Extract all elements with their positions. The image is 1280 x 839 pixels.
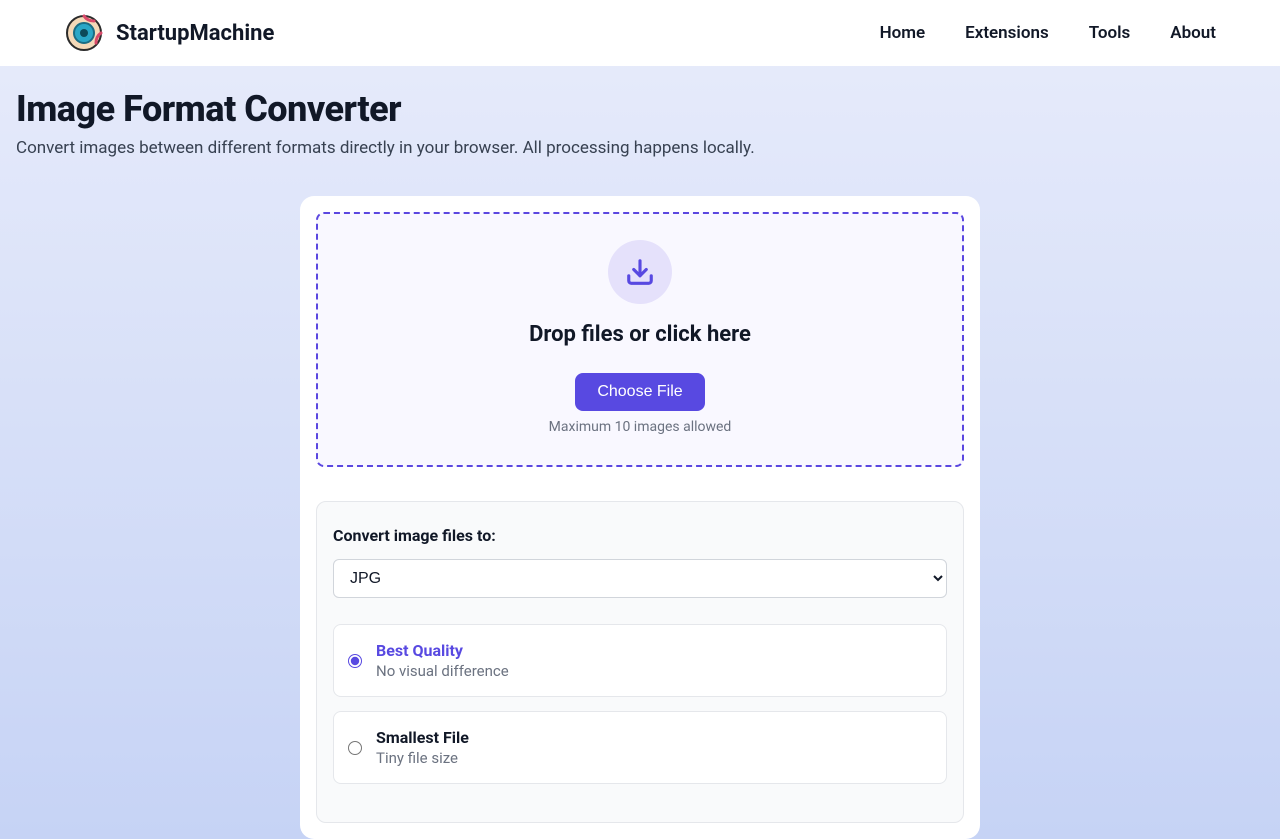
quality-title: Smallest File [376, 728, 469, 747]
nav-about[interactable]: About [1170, 23, 1216, 43]
quality-option-best[interactable]: Best Quality No visual difference [333, 624, 947, 697]
options-panel: Convert image files to: JPG Best Quality… [316, 501, 964, 823]
quality-desc: No visual difference [376, 662, 509, 680]
brand[interactable]: StartupMachine [64, 13, 274, 53]
main-nav: Home Extensions Tools About [880, 23, 1216, 43]
logo-icon [64, 13, 104, 53]
dropzone-title: Drop files or click here [342, 322, 938, 347]
download-icon [608, 240, 672, 304]
file-dropzone[interactable]: Drop files or click here Choose File Max… [316, 212, 964, 467]
quality-desc: Tiny file size [376, 749, 469, 767]
quality-title: Best Quality [376, 641, 509, 660]
nav-extensions[interactable]: Extensions [965, 23, 1049, 43]
converter-card: Drop files or click here Choose File Max… [300, 196, 980, 839]
format-select[interactable]: JPG [333, 559, 947, 598]
page-title: Image Format Converter [16, 88, 1264, 130]
quality-radio-best[interactable] [348, 654, 362, 668]
brand-name: StartupMachine [116, 21, 274, 46]
page-header: Image Format Converter Convert images be… [0, 66, 1280, 158]
quality-option-smallest[interactable]: Smallest File Tiny file size [333, 711, 947, 784]
format-label: Convert image files to: [333, 526, 947, 545]
nav-home[interactable]: Home [880, 23, 926, 43]
choose-file-button[interactable]: Choose File [575, 373, 704, 411]
site-header: StartupMachine Home Extensions Tools Abo… [0, 0, 1280, 66]
quality-radio-smallest[interactable] [348, 741, 362, 755]
nav-tools[interactable]: Tools [1089, 23, 1131, 43]
page-subtitle: Convert images between different formats… [16, 138, 1264, 158]
dropzone-hint: Maximum 10 images allowed [342, 419, 938, 435]
